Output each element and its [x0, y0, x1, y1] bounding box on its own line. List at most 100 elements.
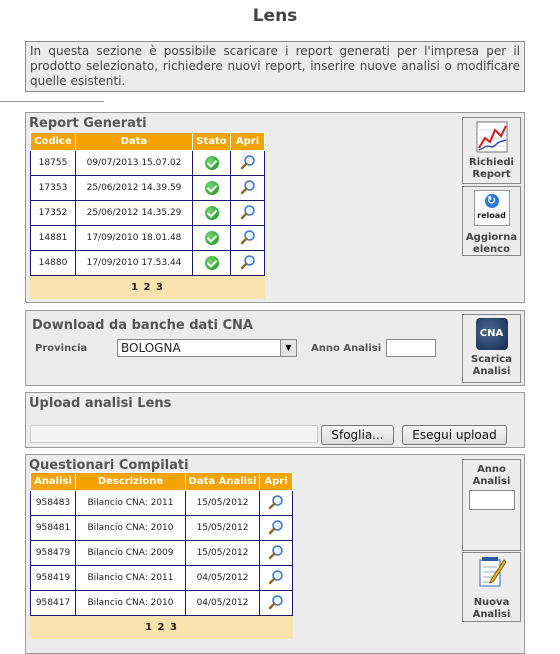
- data-cell: 17/09/2010 18.01.48: [75, 225, 193, 251]
- status-cell: [192, 150, 231, 176]
- data-analisi-cell: 15/05/2012: [185, 540, 260, 566]
- new-analisi-button[interactable]: Nuova Analisi: [462, 552, 521, 622]
- request-report-button[interactable]: Richiedi Report: [462, 117, 521, 184]
- open-report-cell[interactable]: [230, 200, 265, 226]
- column-header-apri[interactable]: Apri: [230, 132, 265, 151]
- data-cell: 09/07/2013 15.07.02: [75, 150, 193, 176]
- open-report-cell[interactable]: [230, 250, 265, 276]
- check-icon: [204, 256, 219, 270]
- download-analisi-label-1: Scarica: [471, 354, 512, 365]
- analisi-cell: 958479: [30, 540, 76, 566]
- table-row: 14880 17/09/2010 17.53.44: [30, 250, 265, 276]
- codice-cell: 17352: [30, 200, 76, 226]
- questionari-table: Analisi Descrizione Data Analisi Apri 95…: [30, 472, 293, 639]
- provincia-select[interactable]: BOLOGNA ▼: [117, 339, 297, 357]
- magnifier-icon[interactable]: [240, 229, 256, 245]
- magnifier-icon[interactable]: [240, 204, 256, 220]
- column-header-stato[interactable]: Stato: [192, 132, 231, 151]
- questionari-pager[interactable]: 1 2 3: [30, 615, 293, 639]
- table-row: 958483 Bilancio CNA: 2011 15/05/2012: [30, 490, 293, 516]
- column-header-codice[interactable]: Codice: [30, 132, 76, 151]
- descrizione-cell: Bilancio CNA: 2011: [75, 565, 186, 591]
- open-analisi-cell[interactable]: [259, 490, 293, 516]
- magnifier-icon[interactable]: [268, 569, 284, 585]
- descrizione-cell: Bilancio CNA: 2011: [75, 490, 186, 516]
- open-report-cell[interactable]: [230, 225, 265, 251]
- check-icon: [204, 181, 219, 195]
- magnifier-icon[interactable]: [268, 544, 284, 560]
- column-header-data-analisi[interactable]: Data Analisi: [185, 472, 260, 491]
- analisi-cell: 958481: [30, 515, 76, 541]
- provincia-label: Provincia: [35, 343, 88, 354]
- magnifier-icon[interactable]: [240, 254, 256, 270]
- table-row: 958481 Bilancio CNA: 2010 15/05/2012: [30, 515, 293, 541]
- chevron-down-icon[interactable]: ▼: [280, 340, 296, 356]
- magnifier-icon[interactable]: [268, 494, 284, 510]
- refresh-list-button[interactable]: ↻ reload Aggiorna elenco: [462, 186, 521, 256]
- table-row: 958417 Bilancio CNA: 2010 04/05/2012: [30, 590, 293, 616]
- download-panel-title: Download da banche dati CNA: [32, 318, 253, 333]
- reload-icon: ↻ reload: [473, 190, 510, 226]
- magnifier-icon[interactable]: [240, 154, 256, 170]
- codice-cell: 18755: [30, 150, 76, 176]
- open-report-cell[interactable]: [230, 150, 265, 176]
- anno-analisi-input[interactable]: [386, 339, 436, 357]
- table-row: 958479 Bilancio CNA: 2009 15/05/2012: [30, 540, 293, 566]
- report-panel-title: Report Generati: [29, 116, 147, 131]
- open-analisi-cell[interactable]: [259, 590, 293, 616]
- request-report-label-2: Report: [472, 169, 511, 180]
- magnifier-icon[interactable]: [268, 519, 284, 535]
- upload-file-field[interactable]: [30, 425, 318, 443]
- table-row: 17352 25/06/2012 14.35.29: [30, 200, 265, 226]
- data-analisi-cell: 04/05/2012: [185, 590, 260, 616]
- descrizione-cell: Bilancio CNA: 2010: [75, 515, 186, 541]
- refresh-list-label-2: elenco: [473, 244, 510, 255]
- report-table: Codice Data Stato Apri 18755 09/07/2013 1…: [30, 132, 265, 299]
- codice-cell: 14880: [30, 250, 76, 276]
- provincia-select-value: BOLOGNA: [121, 341, 181, 355]
- column-header-apri[interactable]: Apri: [259, 472, 293, 491]
- table-row: 18755 09/07/2013 15.07.02: [30, 150, 265, 176]
- anno-filter-label-2: Analisi: [472, 476, 511, 487]
- check-icon: [204, 156, 219, 170]
- codice-cell: 17353: [30, 175, 76, 201]
- magnifier-icon[interactable]: [268, 594, 284, 610]
- open-analisi-cell[interactable]: [259, 565, 293, 591]
- questionari-panel-title: Questionari Compilati: [29, 458, 189, 473]
- analisi-cell: 958419: [30, 565, 76, 591]
- column-header-descrizione[interactable]: Descrizione: [75, 472, 186, 491]
- cna-logo-icon: CNA: [475, 318, 508, 350]
- column-header-analisi[interactable]: Analisi: [30, 472, 76, 491]
- analisi-cell: 958417: [30, 590, 76, 616]
- questionari-panel: Questionari Compilati Analisi Descrizion…: [25, 454, 525, 654]
- status-cell: [192, 200, 231, 226]
- browse-button[interactable]: Sfoglia...: [321, 425, 394, 445]
- open-analisi-cell[interactable]: [259, 515, 293, 541]
- notepad-pencil-icon: [479, 557, 507, 587]
- magnifier-icon[interactable]: [240, 179, 256, 195]
- codice-cell: 14881: [30, 225, 76, 251]
- upload-button[interactable]: Esegui upload: [402, 425, 507, 445]
- download-analisi-label-2: Analisi: [472, 366, 511, 377]
- descrizione-cell: Bilancio CNA: 2010: [75, 590, 186, 616]
- open-report-cell[interactable]: [230, 175, 265, 201]
- data-analisi-cell: 15/05/2012: [185, 515, 260, 541]
- status-cell: [192, 175, 231, 201]
- reload-icon-text: reload: [477, 211, 506, 220]
- report-panel: Report Generati Codice Data Stato Apri 1…: [25, 112, 525, 303]
- open-analisi-cell[interactable]: [259, 540, 293, 566]
- descrizione-cell: Bilancio CNA: 2009: [75, 540, 186, 566]
- new-analisi-label-2: Analisi: [472, 609, 511, 620]
- data-cell: 17/09/2010 17.53.44: [75, 250, 193, 276]
- anno-analisi-filter: Anno Analisi: [462, 459, 521, 551]
- status-cell: [192, 250, 231, 276]
- report-pager[interactable]: 1 2 3: [30, 275, 265, 299]
- download-analisi-button[interactable]: CNA Scarica Analisi: [462, 314, 521, 383]
- table-row: 958419 Bilancio CNA: 2011 04/05/2012: [30, 565, 293, 591]
- column-header-data[interactable]: Data: [75, 132, 193, 151]
- status-cell: [192, 225, 231, 251]
- check-icon: [204, 206, 219, 220]
- anno-filter-input[interactable]: [468, 490, 515, 510]
- table-row: 17353 25/06/2012 14.39.59: [30, 175, 265, 201]
- download-panel: Download da banche dati CNA Provincia BO…: [25, 310, 525, 386]
